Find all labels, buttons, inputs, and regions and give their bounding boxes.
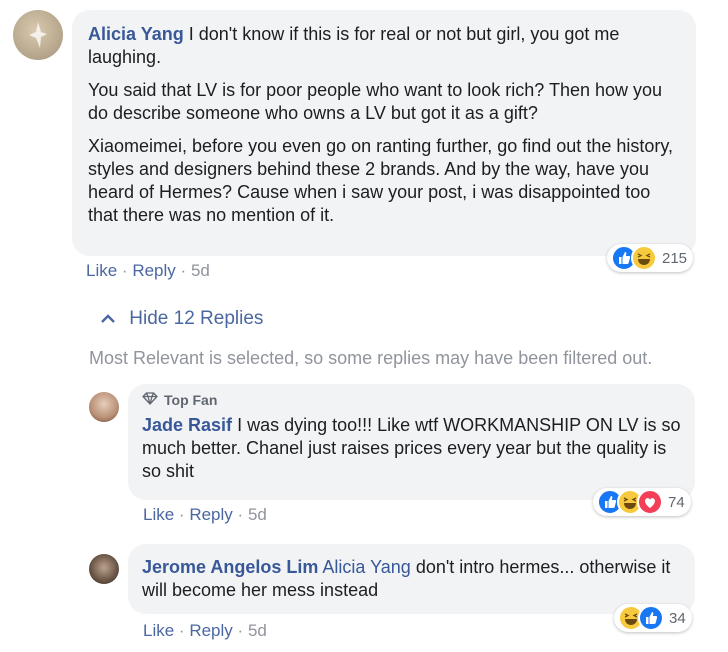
hide-replies-label: Hide 12 Replies: [129, 308, 264, 330]
comment-reactions[interactable]: 215: [607, 244, 694, 272]
reply-reaction-count-jade: 74: [668, 493, 685, 511]
filter-notice: Most Relevant is selected, so some repli…: [89, 348, 653, 368]
mention-link[interactable]: Alicia Yang: [322, 557, 410, 577]
reply-author-jade[interactable]: Jade Rasif: [142, 415, 232, 435]
reply-bubble-jerome: Jerome Angelos Lim Alicia Yang don't int…: [128, 544, 695, 614]
like-reaction-icon: [638, 605, 664, 631]
reply-button[interactable]: Reply: [189, 505, 232, 524]
reply-reactions-jerome[interactable]: 34: [614, 604, 692, 632]
reply-text-jade: Jade Rasif I was dying too!!! Like wtf W…: [142, 415, 681, 481]
haha-reaction-icon: [631, 245, 657, 271]
comment-paragraph-3: Xiaomeimei, before you even go on rantin…: [88, 136, 674, 225]
reply-actions-jerome: Like · Reply · 5d: [143, 621, 267, 640]
reply-author-jerome[interactable]: Jerome Angelos Lim: [142, 557, 318, 577]
comment-timestamp[interactable]: 5d: [191, 261, 210, 280]
comment-bubble: Alicia Yang I don't know if this is for …: [72, 10, 696, 256]
reply-reactions-jade[interactable]: 74: [593, 488, 691, 516]
like-button[interactable]: Like: [86, 261, 117, 280]
like-button[interactable]: Like: [143, 621, 174, 640]
reply-bubble-jade: Top Fan Jade Rasif I was dying too!!! Li…: [128, 384, 695, 500]
jerome-angelos-lim-avatar[interactable]: [89, 554, 119, 584]
reply-button[interactable]: Reply: [189, 621, 232, 640]
comment-author-name[interactable]: Alicia Yang: [88, 24, 184, 44]
reply-timestamp[interactable]: 5d: [248, 505, 267, 524]
like-button[interactable]: Like: [143, 505, 174, 524]
alicia-yang-avatar[interactable]: [13, 10, 63, 60]
comment-reaction-count: 215: [662, 249, 688, 267]
comment-actions: Like · Reply · 5d: [86, 261, 210, 280]
reply-actions-jade: Like · Reply · 5d: [143, 505, 267, 524]
comment-paragraph-1: Alicia Yang I don't know if this is for …: [88, 24, 620, 67]
hide-replies-button[interactable]: Hide 12 Replies: [100, 308, 263, 330]
reply-reaction-count-jerome: 34: [669, 609, 686, 627]
top-fan-badge: Top Fan: [142, 390, 681, 410]
jade-rasif-avatar[interactable]: [89, 392, 119, 422]
top-fan-label: Top Fan: [164, 392, 218, 408]
diamond-icon: [142, 392, 158, 408]
chevron-up-icon: [100, 308, 118, 330]
reply-text-jerome: Jerome Angelos Lim Alicia Yang don't int…: [142, 557, 671, 600]
reply-button[interactable]: Reply: [132, 261, 175, 280]
comment-paragraph-2: You said that LV is for poor people who …: [88, 80, 663, 123]
love-reaction-icon: [637, 489, 663, 515]
reply-timestamp[interactable]: 5d: [248, 621, 267, 640]
